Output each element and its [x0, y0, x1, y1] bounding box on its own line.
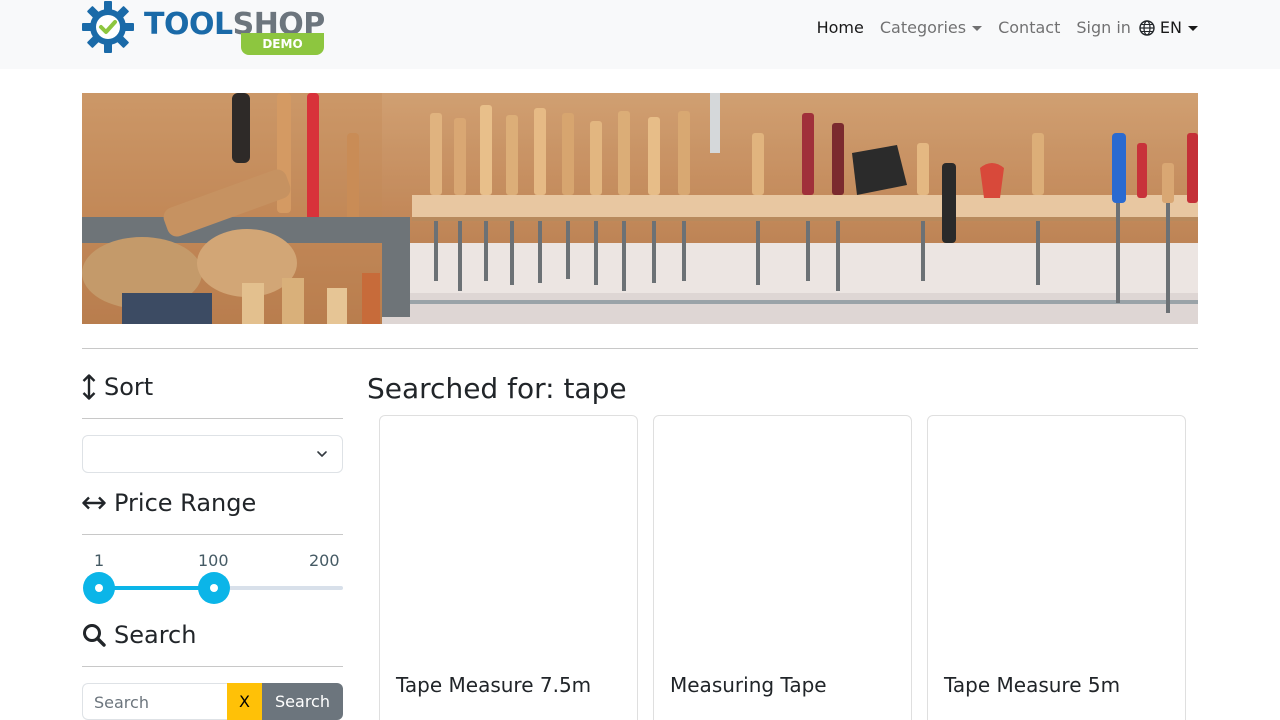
search-input[interactable]: Search: [82, 683, 227, 720]
horizontal-arrows-icon: [82, 496, 106, 510]
logo-tool-text: TOOL: [144, 7, 233, 42]
tools-banner-image: [82, 93, 1198, 324]
nav-home-link[interactable]: Home: [809, 18, 872, 38]
chevron-down-icon: [972, 25, 983, 31]
price-range-title: Price Range: [114, 489, 257, 517]
search-submit-button[interactable]: Search: [262, 683, 343, 720]
nav-sign-in-link[interactable]: Sign in: [1068, 18, 1131, 38]
language-dropdown[interactable]: EN: [1131, 18, 1198, 38]
toolshop-logo[interactable]: TOOLSHOP DEMO: [82, 1, 328, 57]
search-divider: [82, 666, 343, 667]
search-title: Search: [114, 621, 197, 649]
chevron-down-icon: [317, 451, 327, 457]
price-current-label: 100: [198, 551, 229, 570]
price-slider-min-handle[interactable]: [83, 572, 115, 604]
product-card[interactable]: Tape Measure 7.5m: [379, 415, 638, 720]
globe-icon: [1139, 20, 1155, 36]
sort-select[interactable]: [82, 435, 343, 473]
product-name: Measuring Tape: [670, 673, 827, 697]
magnifier-icon: [83, 624, 106, 647]
search-clear-button[interactable]: X: [227, 683, 262, 720]
nav-categories-dropdown[interactable]: Categories: [872, 18, 990, 38]
logo-demo-badge: DEMO: [241, 33, 324, 55]
section-divider: [82, 348, 1198, 349]
price-min-label: 1: [94, 551, 105, 570]
nav-categories-label: Categories: [879, 18, 967, 37]
search-heading: Search: [82, 620, 196, 650]
navbar: TOOLSHOP DEMO Home Categories Contact Si…: [0, 0, 1280, 69]
product-name: Tape Measure 7.5m: [396, 673, 592, 697]
price-slider-selection: [99, 586, 215, 590]
sort-heading: Sort: [82, 372, 153, 402]
search-placeholder: Search: [94, 693, 149, 712]
price-max-label: 200: [309, 551, 340, 570]
nav-contact-link[interactable]: Contact: [990, 18, 1068, 38]
product-card[interactable]: Tape Measure 5m: [927, 415, 1186, 720]
price-range-divider: [82, 534, 343, 535]
search-results-heading: Searched for: tape: [367, 372, 627, 405]
gear-check-icon: [82, 1, 134, 53]
nav-menu: Home Categories Contact Sign in EN: [809, 18, 1198, 38]
sort-title: Sort: [104, 373, 154, 401]
product-card[interactable]: Measuring Tape: [653, 415, 912, 720]
sort-arrows-icon: [82, 374, 96, 400]
price-slider-max-handle[interactable]: [198, 572, 231, 604]
product-name: Tape Measure 5m: [944, 673, 1121, 697]
language-label: EN: [1159, 18, 1182, 37]
sort-divider: [82, 418, 343, 419]
chevron-down-icon: [1188, 25, 1198, 31]
hero-banner: [82, 93, 1198, 324]
price-range-heading: Price Range: [82, 488, 256, 518]
